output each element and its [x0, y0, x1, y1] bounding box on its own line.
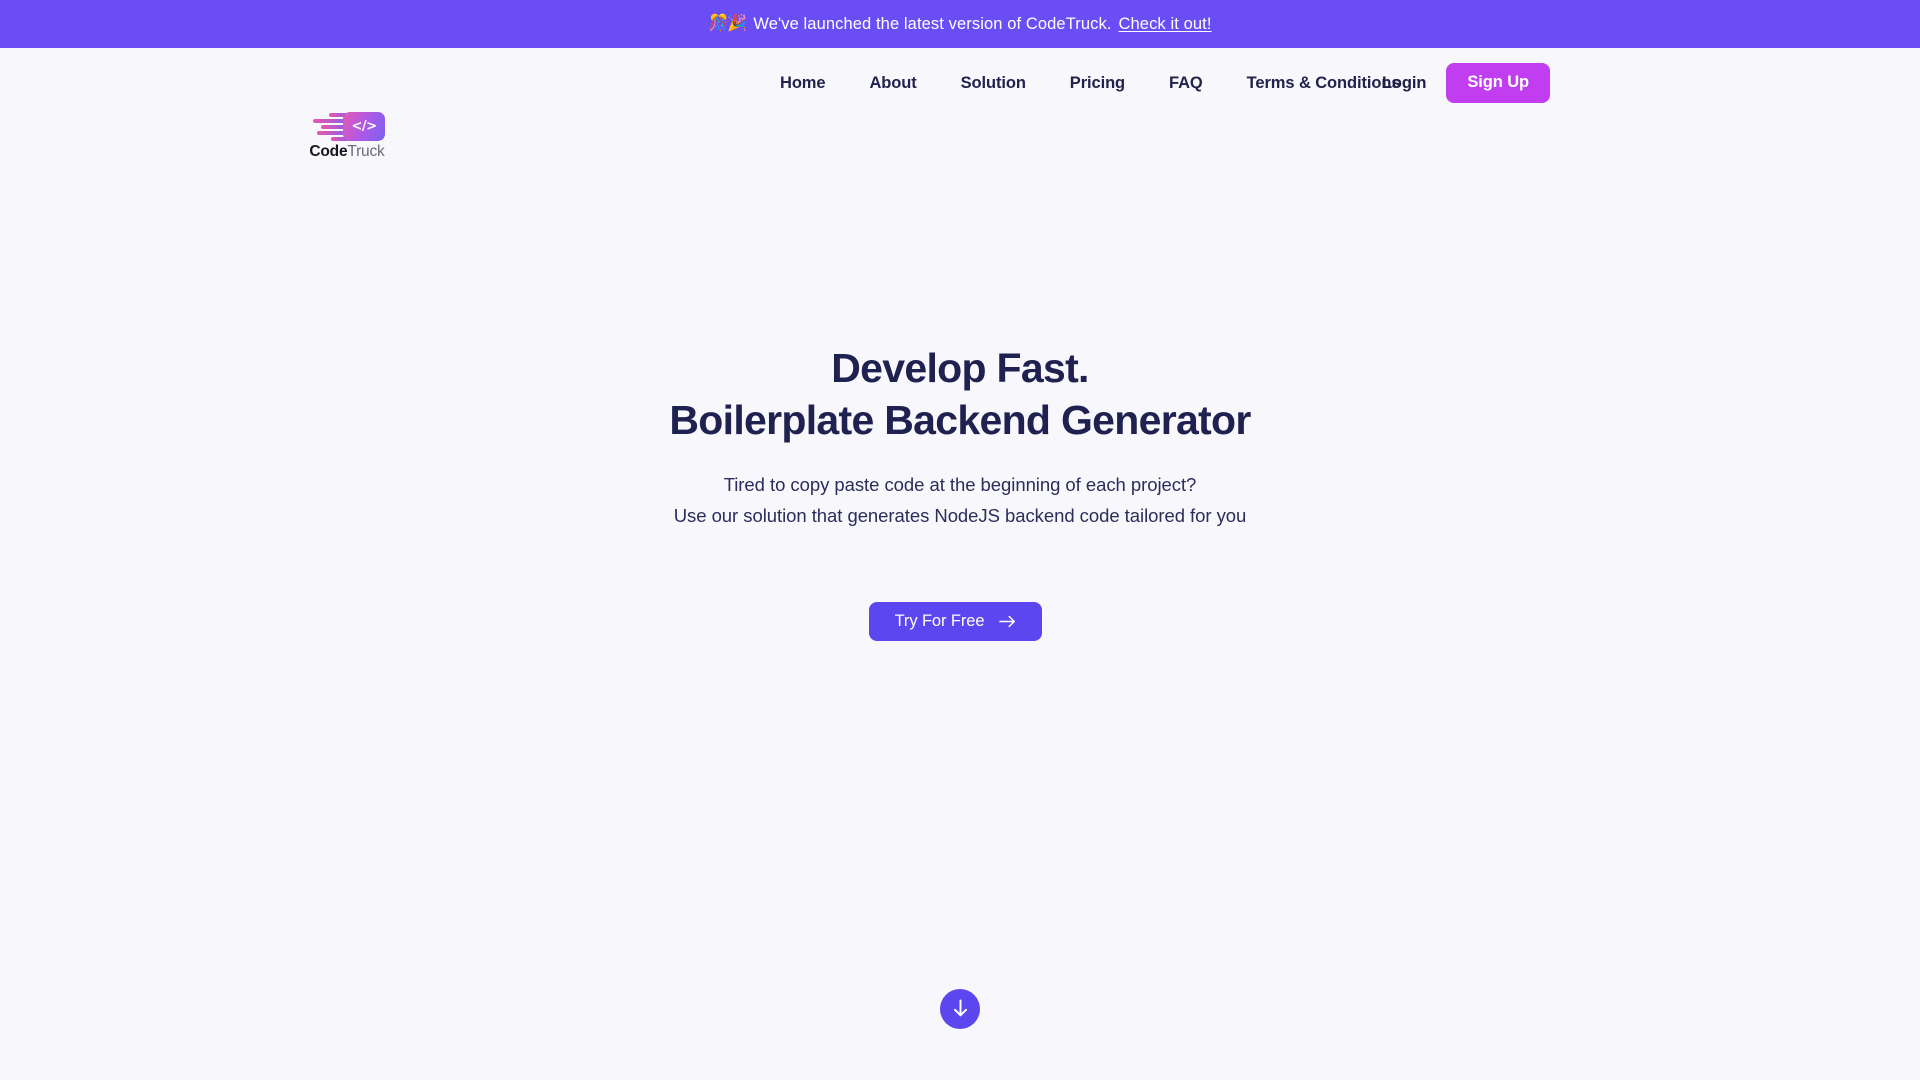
- page-subtitle-line-1: Tired to copy paste code at the beginnin…: [723, 473, 1197, 495]
- announcement-banner: 🎊🎉 We've launched the latest version of …: [0, 0, 1920, 48]
- main-navigation: Home About Solution Pricing FAQ Terms & …: [766, 48, 1422, 118]
- cta-container: Try For Free: [0, 601, 1920, 641]
- arrow-down-icon: [953, 999, 968, 1020]
- page-title: Develop Fast. Boilerplate Backend Genera…: [669, 342, 1251, 447]
- page-subtitle: Tired to copy paste code at the beginnin…: [674, 470, 1247, 532]
- announcement-text: We've launched the latest version of Cod…: [753, 14, 1112, 33]
- page-title-line-2: Boilerplate Backend Generator: [669, 397, 1251, 444]
- party-popper-icon: 🎊🎉: [708, 15, 747, 32]
- scroll-down-button[interactable]: [940, 989, 980, 1029]
- try-for-free-label: Try For Free: [894, 611, 985, 630]
- page-subtitle-line-2: Use our solution that generates NodeJS b…: [673, 504, 1247, 526]
- announcement-link[interactable]: Check it out!: [1119, 15, 1212, 34]
- site-header: </> CodeTruck Home About Solution Pricin…: [0, 48, 1920, 159]
- page-title-line-1: Develop Fast.: [831, 345, 1089, 391]
- hero-section: Develop Fast. Boilerplate Backend Genera…: [0, 118, 1920, 1080]
- nav-item-solution[interactable]: Solution: [939, 74, 1048, 93]
- sign-up-button[interactable]: Sign Up: [1446, 63, 1550, 103]
- arrow-right-icon: [999, 615, 1016, 628]
- nav-item-about[interactable]: About: [847, 74, 938, 93]
- try-for-free-button[interactable]: Try For Free: [868, 601, 1043, 641]
- nav-item-pricing[interactable]: Pricing: [1048, 74, 1147, 93]
- login-link[interactable]: Login: [1382, 74, 1427, 93]
- nav-item-home[interactable]: Home: [766, 74, 847, 93]
- auth-actions: Login Sign Up: [1382, 48, 1920, 118]
- nav-item-faq[interactable]: FAQ: [1147, 74, 1225, 93]
- announcement-content: 🎊🎉 We've launched the latest version of …: [708, 15, 1211, 34]
